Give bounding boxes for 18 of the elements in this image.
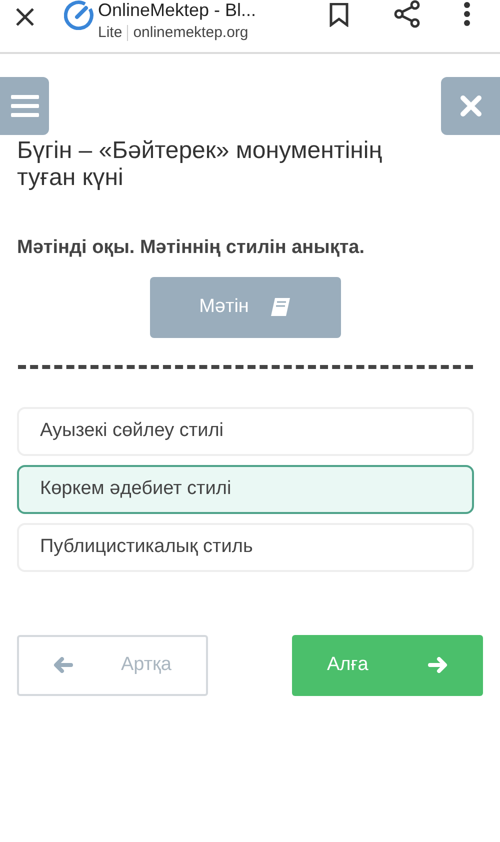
left-arrow-icon [53, 657, 73, 673]
book-icon [268, 297, 291, 317]
more-icon[interactable] [463, 2, 471, 26]
share-icon[interactable] [393, 0, 421, 28]
page-title: OnlineMektep - Bl... [98, 0, 256, 20]
question-text: Мәтінді оқы. Мәтіннің стилін анықта. [16, 236, 366, 260]
close-icon[interactable] [14, 6, 36, 28]
answer-option[interactable]: Көркем әдебиет стилі [17, 464, 474, 514]
bookmark-icon[interactable] [329, 3, 349, 27]
close-icon [460, 95, 482, 117]
gauge-icon [64, 0, 94, 30]
answer-option[interactable]: Ауызекі сөйлеу стилі [17, 406, 474, 456]
answer-option[interactable]: Публицистикалық стиль [17, 522, 474, 572]
lite-label: Lite [98, 23, 122, 43]
right-arrow-icon [428, 657, 448, 673]
lesson-title: Бүгін – «Бәйтерек» монументінің туған күні [16, 137, 384, 191]
menu-icon [10, 95, 38, 117]
page-url: onlinemektep.org [133, 23, 248, 43]
